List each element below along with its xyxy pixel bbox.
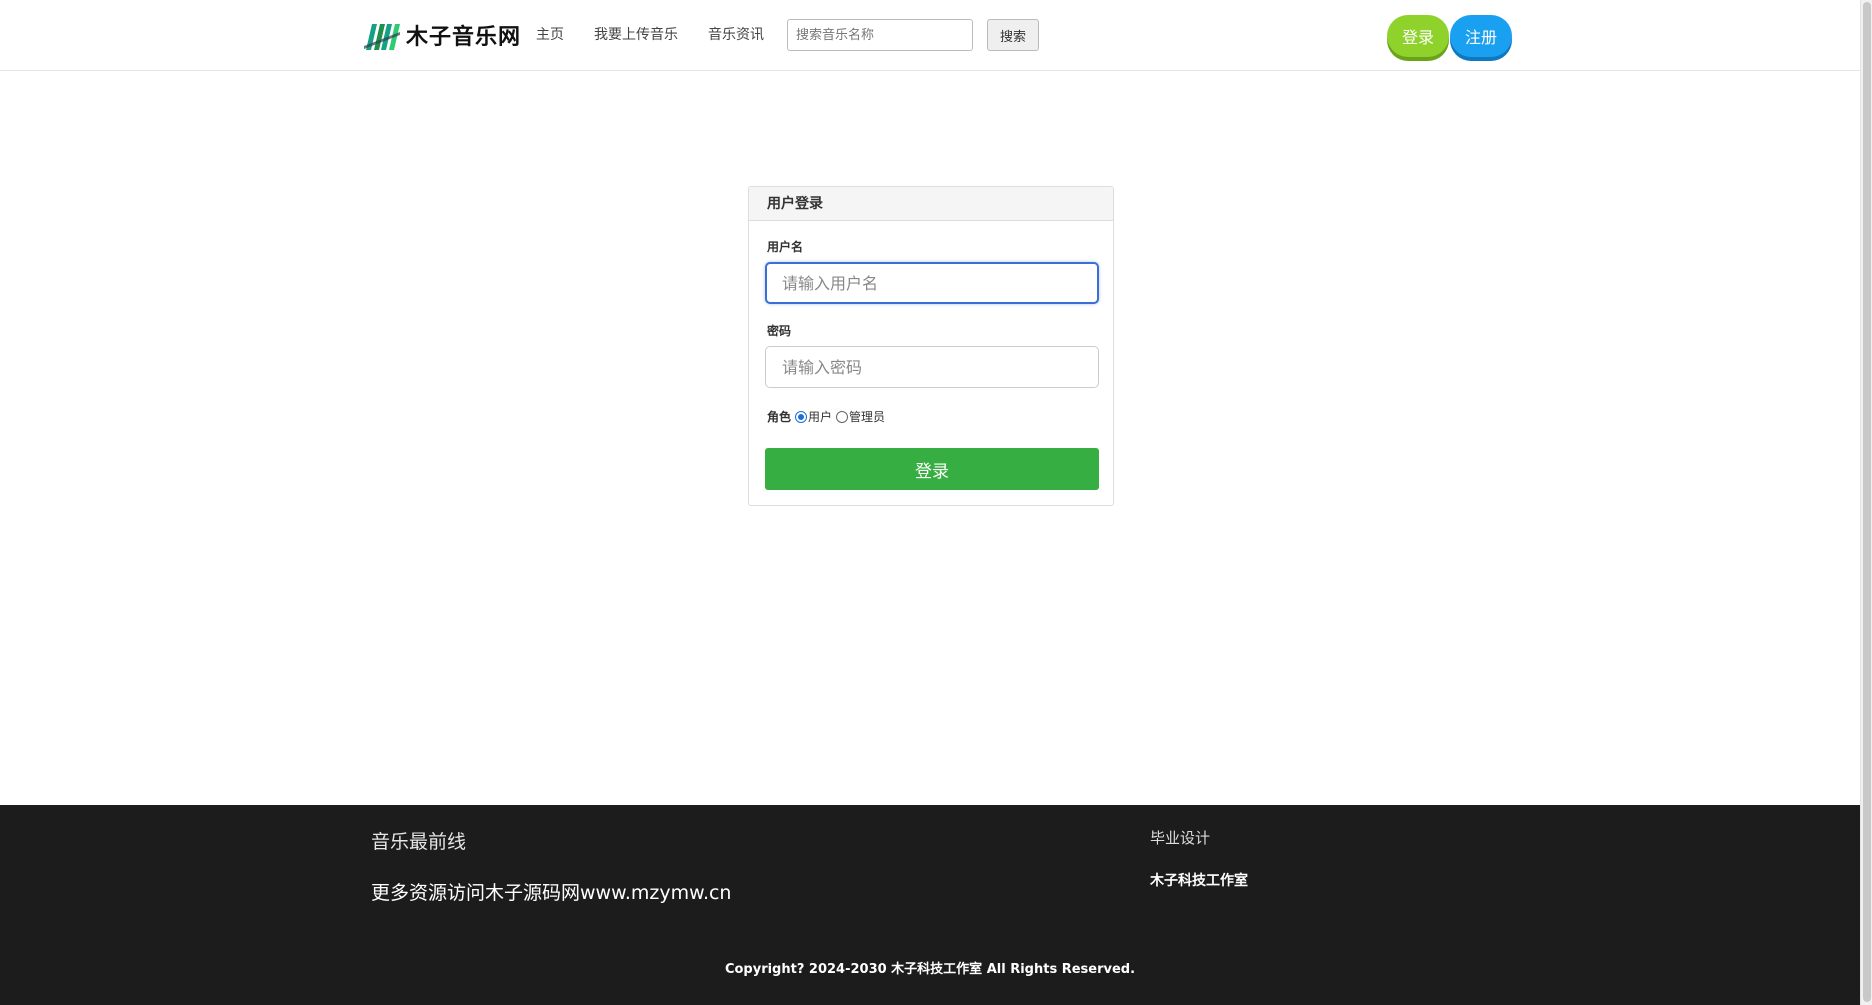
header-register-button[interactable]: 注册 bbox=[1450, 15, 1512, 57]
header-login-button[interactable]: 登录 bbox=[1387, 15, 1449, 57]
top-navbar: 木子音乐网 主页 我要上传音乐 音乐资讯 搜索 登录 注册 bbox=[0, 0, 1860, 71]
role-selector: 角色 用户 管理员 bbox=[767, 408, 885, 425]
role-user-label: 用户 bbox=[808, 410, 833, 424]
page: 木子音乐网 主页 我要上传音乐 音乐资讯 搜索 登录 注册 用户登录 用户名 密… bbox=[0, 0, 1860, 1005]
footer-column-title: 毕业设计 bbox=[1150, 829, 1211, 847]
nav-item-music-news[interactable]: 音乐资讯 bbox=[708, 24, 764, 44]
main-nav: 主页 我要上传音乐 音乐资讯 bbox=[536, 24, 794, 44]
brand-name: 木子音乐网 bbox=[406, 24, 522, 50]
footer-promo-text: 更多资源访问木子源码网www.mzymw.cn bbox=[371, 882, 732, 904]
role-admin-radio[interactable] bbox=[836, 410, 849, 423]
footer-column-item[interactable]: 木子科技工作室 bbox=[1150, 870, 1248, 890]
role-admin-label: 管理员 bbox=[849, 410, 886, 424]
footer-title: 音乐最前线 bbox=[371, 831, 467, 853]
search-button[interactable]: 搜索 bbox=[987, 19, 1039, 51]
username-input[interactable] bbox=[765, 262, 1099, 304]
role-label: 角色 bbox=[767, 410, 792, 424]
login-panel: 用户登录 用户名 密码 角色 用户 管理员 登录 bbox=[748, 186, 1114, 506]
login-panel-title: 用户登录 bbox=[749, 187, 1113, 221]
music-logo-icon bbox=[364, 24, 400, 50]
nav-item-upload-music[interactable]: 我要上传音乐 bbox=[594, 24, 678, 44]
login-submit-button[interactable]: 登录 bbox=[765, 448, 1099, 490]
scrollbar-thumb[interactable] bbox=[1863, 2, 1871, 1002]
username-label: 用户名 bbox=[767, 240, 804, 254]
nav-item-home[interactable]: 主页 bbox=[536, 24, 564, 44]
password-label: 密码 bbox=[767, 324, 792, 338]
copyright-text: Copyright? 2024-2030 木子科技工作室 All Rights … bbox=[724, 962, 1136, 977]
vertical-scrollbar[interactable] bbox=[1860, 0, 1872, 1005]
search-input[interactable] bbox=[787, 19, 973, 51]
password-input[interactable] bbox=[765, 346, 1099, 388]
footer: 音乐最前线 更多资源访问木子源码网www.mzymw.cn 毕业设计 木子科技工… bbox=[0, 805, 1860, 1005]
role-user-radio[interactable] bbox=[795, 410, 808, 423]
brand-logo[interactable]: 木子音乐网 bbox=[364, 18, 521, 52]
